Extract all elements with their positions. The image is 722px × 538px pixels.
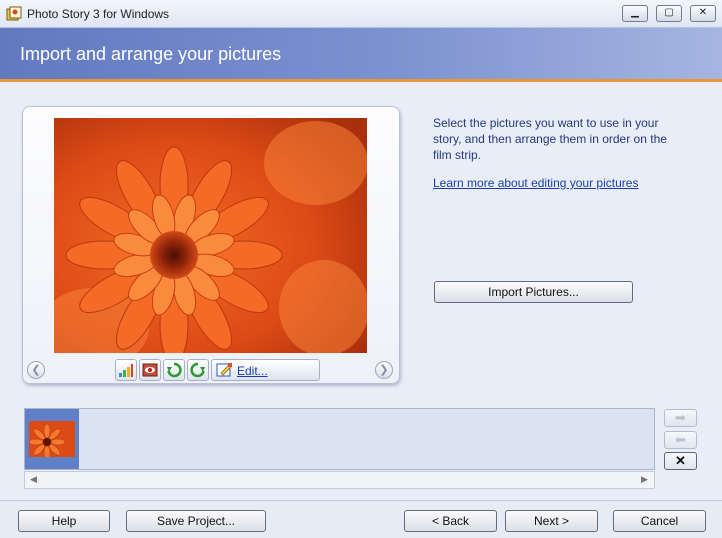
app-window: Photo Story 3 for Windows ▁ ▢ ✕ Import a…	[0, 0, 722, 538]
red-eye-button[interactable]	[139, 359, 161, 381]
orange-flower-photo	[54, 118, 367, 353]
auto-color-correct-button[interactable]	[115, 359, 137, 381]
scroll-left-icon[interactable]: ◀	[30, 474, 37, 485]
orange-flower-photo	[29, 421, 75, 457]
next-button[interactable]: Next >	[505, 510, 598, 532]
delete-picture-button[interactable]: ✕	[664, 452, 697, 470]
photo-story-icon	[6, 6, 22, 21]
chevron-right-icon: ❯	[379, 364, 389, 376]
maximize-icon: ▢	[664, 7, 674, 18]
auto-color-correct-icon	[119, 364, 133, 377]
preview-image	[54, 118, 367, 353]
chevron-left-icon: ❮	[31, 364, 41, 376]
previous-picture-button[interactable]: ❮	[27, 361, 45, 379]
edit-button-label: Edit...	[237, 364, 268, 378]
move-right-button[interactable]: ➡	[664, 409, 697, 427]
minimize-icon: ▁	[631, 7, 639, 18]
delete-icon: ✕	[675, 453, 686, 468]
thumbnail-image	[29, 421, 75, 457]
rotate-right-button[interactable]	[187, 359, 209, 381]
page-header: Import and arrange your pictures	[0, 28, 722, 82]
move-left-button[interactable]: ⬅	[664, 431, 697, 449]
help-button[interactable]: Help	[18, 510, 110, 532]
minimize-button[interactable]: ▁	[622, 5, 648, 22]
back-button[interactable]: < Back	[404, 510, 497, 532]
rotate-right-icon	[190, 362, 205, 378]
import-pictures-button[interactable]: Import Pictures...	[434, 281, 633, 303]
edit-button[interactable]: Edit...	[211, 359, 320, 381]
cancel-button[interactable]: Cancel	[613, 510, 706, 532]
filmstrip-thumbnail[interactable]	[25, 409, 79, 469]
edit-icon	[216, 363, 232, 377]
red-eye-icon	[142, 363, 158, 377]
window-title: Photo Story 3 for Windows	[27, 7, 170, 21]
learn-more-link[interactable]: Learn more about editing your pictures	[433, 176, 638, 190]
filmstrip-scrollbar[interactable]: ◀ ▶	[24, 471, 655, 489]
preview-panel: ❮ ❯ Edit...	[22, 106, 400, 384]
instructions-text: Select the pictures you want to use in y…	[433, 116, 667, 162]
move-left-icon: ⬅	[675, 432, 686, 447]
wizard-footer: Help Save Project... < Back Next > Cance…	[0, 500, 722, 538]
title-bar[interactable]: Photo Story 3 for Windows ▁ ▢ ✕	[0, 0, 722, 28]
move-right-icon: ➡	[675, 410, 686, 425]
rotate-left-button[interactable]	[163, 359, 185, 381]
close-button[interactable]: ✕	[690, 5, 716, 22]
film-strip[interactable]	[24, 408, 655, 470]
scroll-right-icon[interactable]: ▶	[641, 474, 648, 485]
close-icon: ✕	[698, 7, 708, 18]
page-title: Import and arrange your pictures	[20, 44, 282, 64]
maximize-button[interactable]: ▢	[656, 5, 682, 22]
rotate-left-icon	[167, 362, 182, 378]
save-project-button[interactable]: Save Project...	[126, 510, 266, 532]
next-picture-button[interactable]: ❯	[375, 361, 393, 379]
